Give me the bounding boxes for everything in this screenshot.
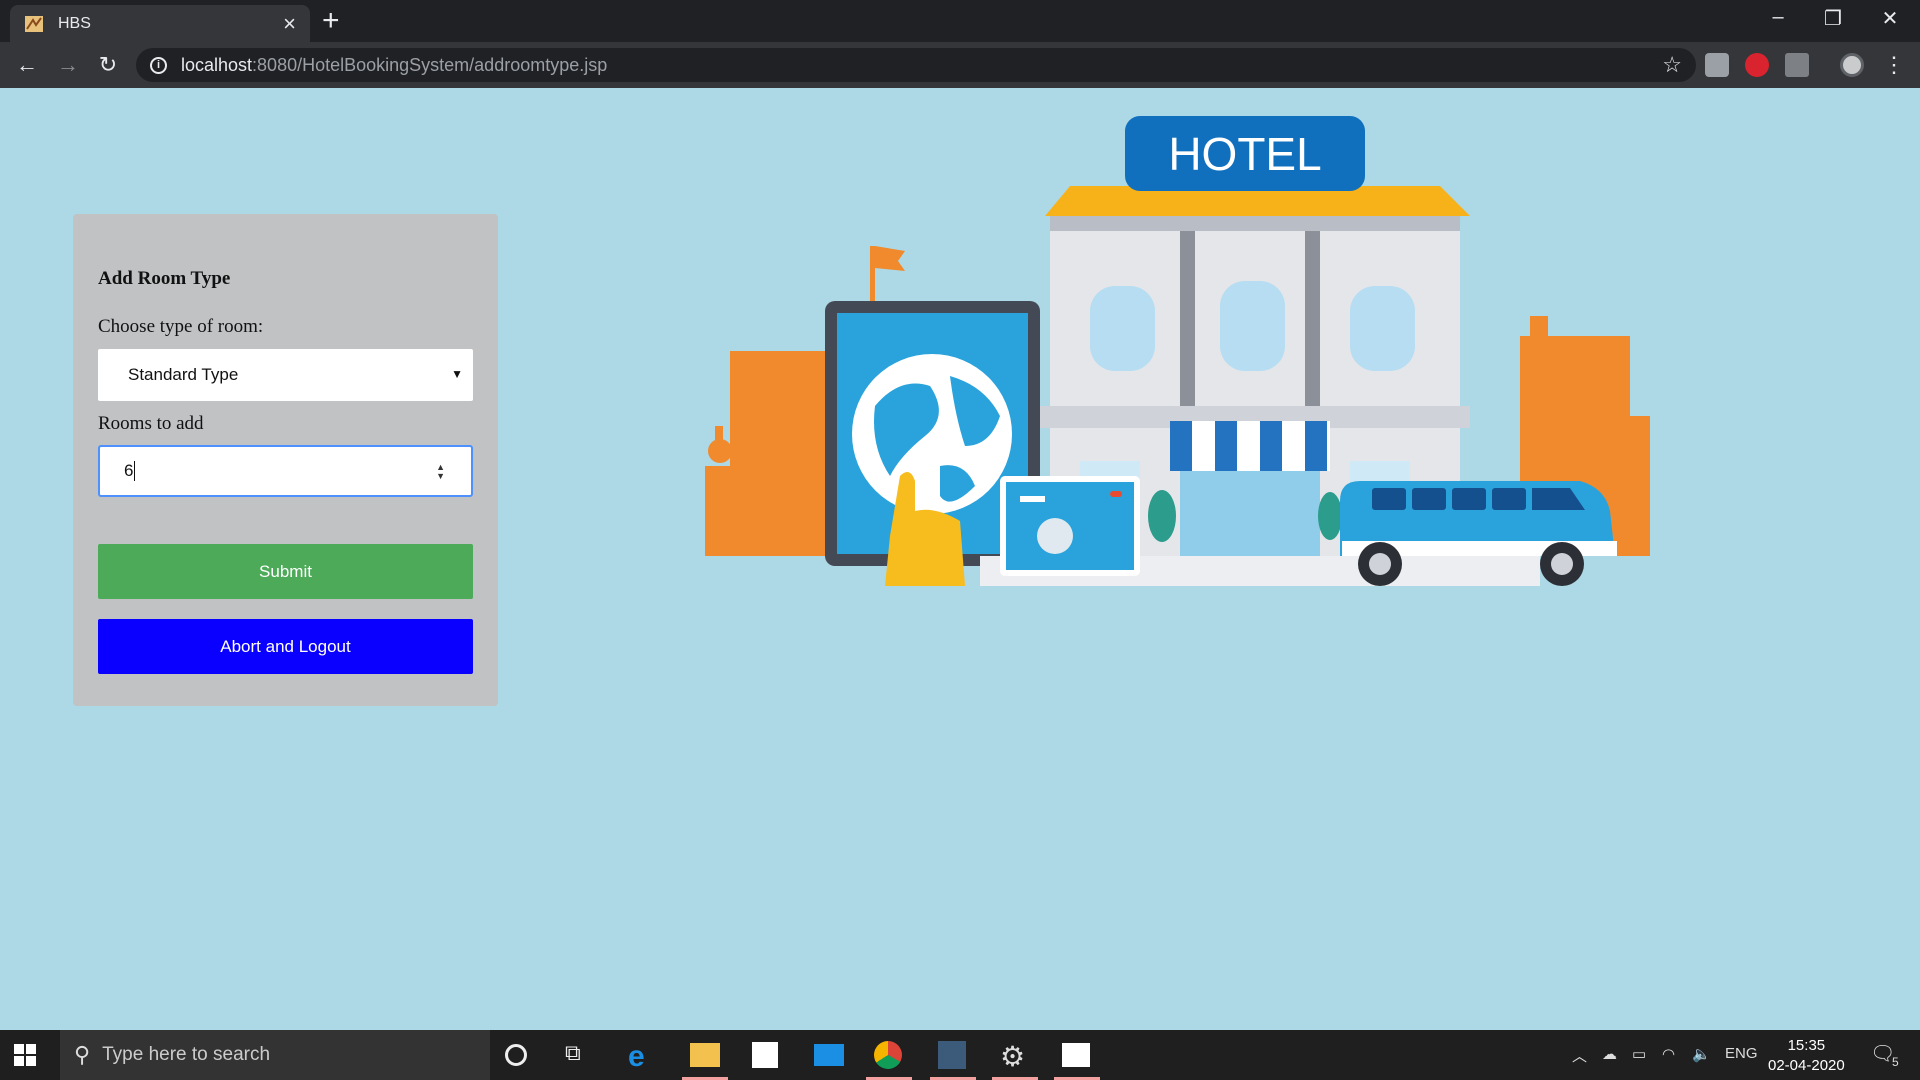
notification-count: 5	[1892, 1055, 1899, 1069]
search-placeholder: Type here to search	[102, 1044, 271, 1065]
minimize-icon[interactable]: –	[1758, 6, 1798, 29]
add-room-type-form: Add Room Type Choose type of room: Stand…	[73, 214, 498, 706]
submit-button[interactable]: Submit	[98, 544, 473, 599]
extension-icon[interactable]	[1785, 53, 1809, 77]
tab-title: HBS	[58, 14, 91, 32]
abort-logout-button[interactable]: Abort and Logout	[98, 619, 473, 674]
forward-icon[interactable]: →	[54, 51, 82, 79]
url-host: localhost	[181, 54, 253, 75]
browser-tab[interactable]: HBS ×	[10, 5, 310, 42]
edge-icon[interactable]: e	[628, 1040, 658, 1073]
tray-chevron-icon[interactable]: ︿	[1572, 1045, 1587, 1066]
rooms-to-add-value: 6	[124, 461, 134, 480]
extension-icon[interactable]	[1705, 53, 1729, 77]
bookmark-star-icon[interactable]: ☆	[1662, 52, 1682, 78]
clock[interactable]: 15:35 02-04-2020	[1768, 1036, 1845, 1076]
adblock-extension-icon[interactable]	[1745, 53, 1769, 77]
restore-icon[interactable]: ❐	[1813, 6, 1853, 31]
hotel-sign: HOTEL	[1125, 116, 1365, 191]
file-explorer-icon[interactable]	[690, 1043, 720, 1067]
cortana-icon[interactable]	[505, 1044, 527, 1066]
back-icon[interactable]: ←	[13, 51, 41, 79]
info-icon[interactable]: i	[150, 56, 167, 74]
profile-avatar[interactable]	[1840, 53, 1864, 77]
photos-icon[interactable]	[1062, 1043, 1090, 1067]
onedrive-icon[interactable]: ☁	[1602, 1045, 1617, 1063]
bush-icon	[1148, 490, 1176, 542]
chrome-icon[interactable]	[874, 1041, 902, 1069]
address-bar[interactable]: i localhost:8080/HotelBookingSystem/addr…	[136, 48, 1696, 82]
mail-icon[interactable]	[814, 1044, 844, 1066]
form-title: Add Room Type	[98, 268, 231, 289]
passport-card-icon	[1000, 476, 1140, 576]
windows-taskbar: ⚲ Type here to search ⧉ e ⚙ ︿ ☁ ▭ ◠ 🔈 EN…	[0, 1030, 1920, 1080]
room-type-label: Choose type of room:	[98, 316, 264, 337]
page-content: Add Room Type Choose type of room: Stand…	[0, 88, 1920, 1030]
language-indicator[interactable]: ENG	[1725, 1045, 1758, 1062]
store-icon[interactable]	[752, 1042, 778, 1068]
hotel-illustration: HOTEL	[705, 116, 1650, 586]
room-type-selected: Standard Type	[128, 365, 239, 384]
bush-icon	[1318, 492, 1342, 540]
taskbar-search[interactable]: ⚲ Type here to search	[60, 1030, 490, 1080]
battery-icon[interactable]: ▭	[1632, 1045, 1646, 1063]
menu-icon[interactable]: ⋮	[1880, 51, 1908, 79]
rooms-to-add-input[interactable]: 6 ▲ ▼	[98, 445, 473, 497]
url-path: :8080/HotelBookingSystem/addroomtype.jsp	[252, 54, 608, 75]
rooms-to-add-label: Rooms to add	[98, 413, 204, 434]
browser-tabbar: HBS × + – ❐ ✕	[0, 0, 1920, 42]
wifi-icon[interactable]: ◠	[1662, 1045, 1675, 1063]
hotel-sign-text: HOTEL	[1168, 128, 1321, 180]
reload-icon[interactable]: ↻	[94, 51, 122, 79]
text-caret	[134, 461, 136, 481]
room-type-select[interactable]: Standard Type ▼	[98, 349, 473, 401]
windows-start-icon[interactable]	[14, 1044, 36, 1066]
clock-time: 15:35	[1787, 1037, 1826, 1054]
browser-toolbar: ← → ↻ i localhost:8080/HotelBookingSyste…	[0, 42, 1920, 88]
site-favicon-icon	[25, 15, 43, 32]
eclipse-icon[interactable]	[938, 1041, 966, 1069]
clock-date: 02-04-2020	[1768, 1057, 1845, 1074]
dropdown-arrow-icon: ▼	[451, 367, 463, 381]
task-view-icon[interactable]: ⧉	[565, 1040, 595, 1070]
tab-close-icon[interactable]: ×	[283, 12, 296, 35]
new-tab-icon[interactable]: +	[322, 4, 340, 38]
search-icon: ⚲	[74, 1042, 91, 1067]
settings-gear-icon[interactable]: ⚙	[1000, 1040, 1030, 1072]
number-spinner-icon[interactable]: ▲ ▼	[436, 463, 445, 481]
close-window-icon[interactable]: ✕	[1870, 6, 1910, 31]
volume-icon[interactable]: 🔈	[1692, 1045, 1711, 1063]
